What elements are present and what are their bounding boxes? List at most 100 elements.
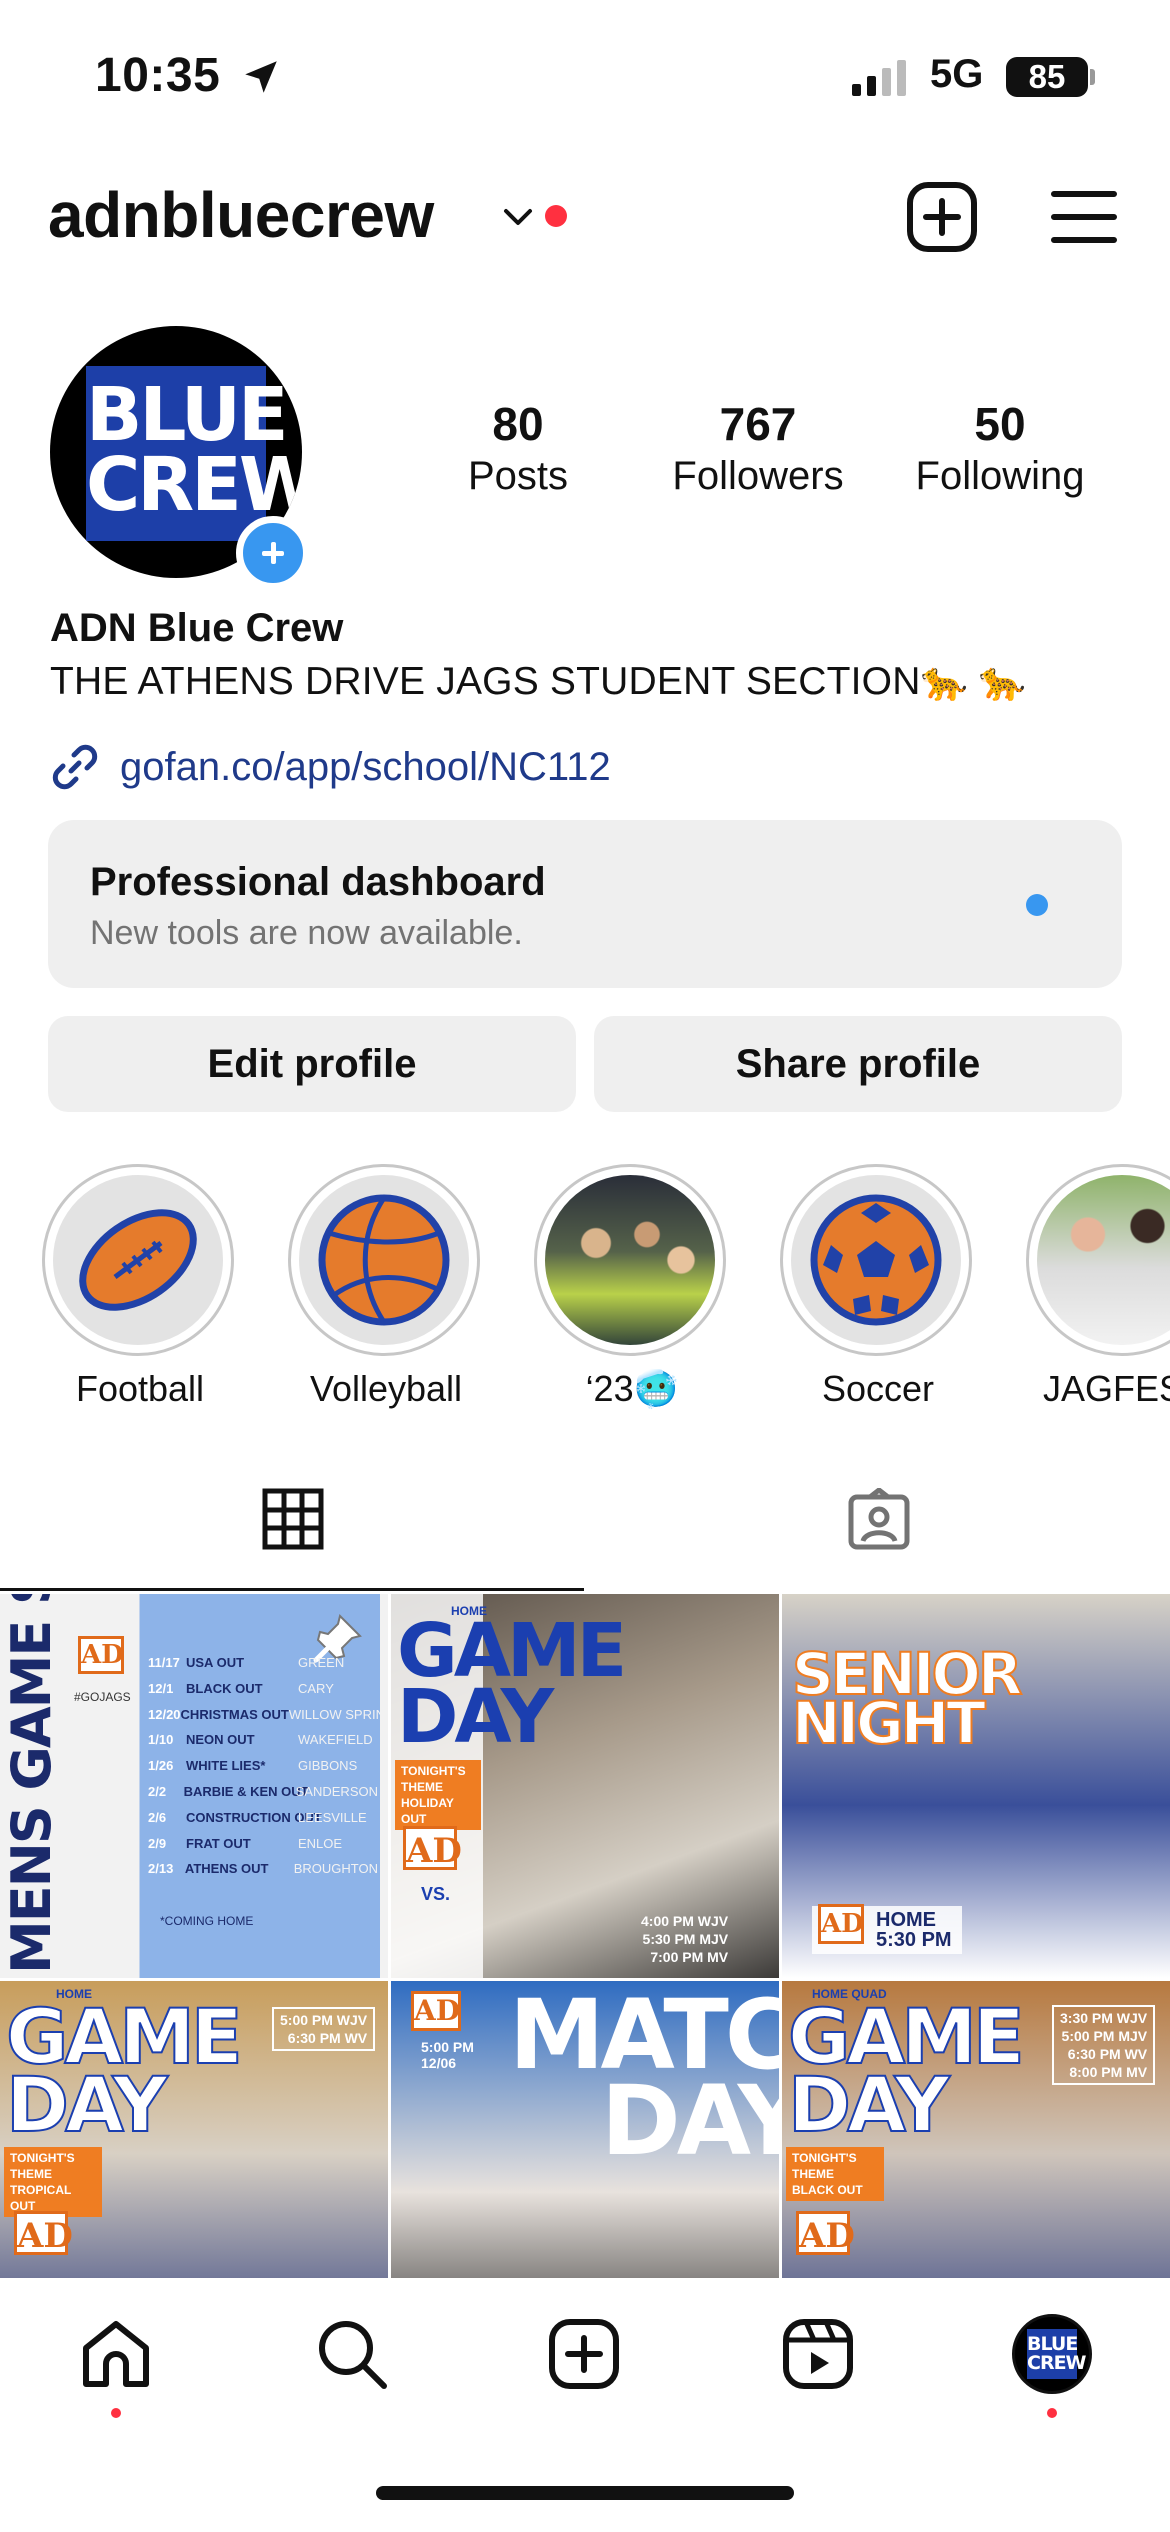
followers-count: 767 <box>719 398 797 450</box>
link-icon <box>52 744 98 790</box>
highlight-label: Football <box>75 1368 205 1409</box>
highlight-label: ‘23🥶 <box>585 1368 679 1409</box>
stat-followers[interactable]: 767 Followers <box>658 396 858 500</box>
schedule-row: 1/10 NEON OUT WAKEFIELD <box>148 1732 373 1748</box>
status-time: 10:35 <box>95 49 221 102</box>
notification-dot <box>545 205 567 227</box>
highlight-football[interactable]: Football <box>42 1164 238 1409</box>
post-senior-night[interactable]: SENIOR NIGHT HOME 5:30 PM AD <box>782 1594 1170 1978</box>
profile-nav-avatar[interactable]: BLUE CREW <box>1012 2314 1092 2394</box>
highlight-label: Soccer <box>821 1368 935 1409</box>
highlight-label: Volleyball <box>309 1368 463 1409</box>
post-game-day-tropical[interactable]: HOME GAME DAY TONIGHT'S THEME TROPICAL OU… <box>0 1981 388 2278</box>
theme-tag: TONIGHT'S THEME TROPICAL OUT <box>4 2147 102 2217</box>
posts-label: Posts <box>467 454 569 498</box>
stat-posts[interactable]: 80 Posts <box>418 396 618 500</box>
highlight-cover <box>299 1175 469 1345</box>
game-times: 4:00 PM WJV 5:30 PM MJV 7:00 PM MV <box>641 1913 729 1965</box>
highlight-volleyball[interactable]: Volleyball <box>288 1164 484 1409</box>
schedule-row: 2/6 CONSTRUCTION OUT LEESVILLE <box>148 1809 367 1825</box>
share-profile-button[interactable]: Share profile <box>594 1016 1122 1112</box>
post-grid: MENS GAME SCHEDULE AD #GOJAGS 11/17 USA O… <box>0 1594 1170 2278</box>
highlight-ring <box>42 1164 234 1356</box>
leopard-emoji: 🐆 🐆 <box>920 661 1027 703</box>
profile-username[interactable]: adnbluecrew <box>48 178 434 252</box>
highlight-ring <box>780 1164 972 1356</box>
home-indicator <box>376 2486 794 2500</box>
post-match-day[interactable]: AD 5:00 PM12/06 MATCH DAY WF <box>391 1981 779 2278</box>
schedule-list: 11/17 USA OUT GREEN 12/1 BLACK OUT CARY 12/2… <box>148 1650 388 1882</box>
crowd-photo <box>545 1175 715 1345</box>
hashtag: #GOJAGS <box>74 1690 131 1704</box>
following-label: Following <box>915 454 1085 498</box>
schedule-row: 12/20CHRISTMAS OUTWILLOW SPRINGS <box>148 1706 388 1722</box>
day-word: DAY <box>397 1674 554 1760</box>
professional-dashboard[interactable]: Professional dashboard New tools are now… <box>48 820 1122 988</box>
team-logo: AD <box>78 1636 124 1674</box>
bio-main: THE ATHENS DRIVE JAGS STUDENT SECTION <box>50 660 921 703</box>
post-mens-schedule[interactable]: MENS GAME SCHEDULE AD #GOJAGS 11/17 USA O… <box>0 1594 388 1978</box>
status-bar: 10:35 5G 85 <box>0 0 1170 150</box>
active-tab-indicator <box>0 1588 584 1591</box>
nav-avatar-logo: BLUE CREW <box>1027 2329 1087 2379</box>
highlight-soccer[interactable]: Soccer <box>780 1164 976 1409</box>
chevron-down-icon[interactable] <box>500 204 536 232</box>
create-icon[interactable] <box>546 2316 622 2392</box>
schedule-row: 2/9 FRAT OUT ENLOE <box>148 1835 343 1851</box>
battery-icon: 85 <box>1006 57 1088 97</box>
theme-tag: TONIGHT'S THEME BLACK OUT <box>786 2147 884 2201</box>
schedule-row: 1/26 WHITE LIES* GIBBONS <box>148 1758 358 1774</box>
schedule-row: 12/1 BLACK OUT CARY <box>148 1680 334 1696</box>
network-type: 5G <box>930 52 984 96</box>
following-count: 50 <box>974 398 1026 450</box>
day-word: DAY <box>5 2060 169 2149</box>
schedule-row: 11/17 USA OUT GREEN <box>148 1655 345 1670</box>
reels-icon[interactable] <box>780 2316 856 2392</box>
bio-text: THE ATHENS DRIVE JAGS STUDENT SECTION🐆 🐆 <box>50 660 1026 704</box>
team-logo: AD <box>818 1904 864 1944</box>
cellular-signal-icon <box>852 60 906 96</box>
hamburger-menu-icon[interactable] <box>1050 188 1118 246</box>
highlight-ring <box>534 1164 726 1356</box>
profile-notification-dot <box>1047 2408 1057 2418</box>
highlight-cover <box>791 1175 961 1345</box>
football-icon <box>79 1209 197 1311</box>
team-logo: AD <box>796 2211 855 2256</box>
schedule-row: 2/2 BARBIE & KEN OUT SANDERSON <box>148 1783 378 1799</box>
team-logo: AD <box>411 1991 461 2031</box>
followers-label: Followers <box>672 454 844 498</box>
search-icon[interactable] <box>314 2316 390 2392</box>
add-story-icon[interactable] <box>236 516 310 590</box>
home-notification-dot <box>111 2408 121 2418</box>
profile-link[interactable]: gofan.co/app/school/NC112 <box>48 740 611 794</box>
link-url[interactable]: gofan.co/app/school/NC112 <box>120 745 611 790</box>
highlight-ring <box>1026 1164 1170 1356</box>
highlight-cover <box>53 1175 223 1345</box>
dashboard-subtitle: New tools are now available. <box>90 914 523 952</box>
battery-level: 85 <box>1028 58 1066 95</box>
highlight-label: JAGFEST <box>1042 1368 1170 1409</box>
stat-following[interactable]: 50 Following <box>900 396 1100 500</box>
location-arrow-icon <box>245 61 277 93</box>
day-word: DAY <box>601 2065 779 2177</box>
highlight-ring <box>288 1164 480 1356</box>
avatar-logo: BLUE CREW <box>86 366 302 541</box>
create-post-icon[interactable] <box>905 180 979 254</box>
posts-count: 80 <box>492 398 544 450</box>
tab-tagged[interactable] <box>586 1478 1170 1590</box>
tab-grid[interactable] <box>0 1478 584 1590</box>
grid-icon <box>262 1488 324 1550</box>
dashboard-title: Professional dashboard <box>90 860 546 904</box>
game-times: 5:00 PM WJV 6:30 PM WV <box>272 2007 376 2051</box>
post-game-day-holiday[interactable]: HOME GAME DAY TONIGHT'S THEME HOLIDAY OUT… <box>391 1594 779 1978</box>
display-name: ADN Blue Crew <box>50 606 344 650</box>
festival-photo <box>1037 1175 1170 1345</box>
home-icon[interactable] <box>78 2316 154 2392</box>
highlight-jagfest[interactable]: JAGFEST <box>1026 1164 1170 1409</box>
edit-profile-button[interactable]: Edit profile <box>48 1016 576 1112</box>
highlight-23[interactable]: ‘23🥶 <box>534 1164 730 1409</box>
volleyball-icon <box>318 1194 450 1326</box>
post-game-day-blackout[interactable]: HOME QUAD GAME DAY TONIGHT'S THEME BLACK … <box>782 1981 1170 2278</box>
match-time: 5:00 PM 12/06 <box>421 2039 474 2071</box>
day-word: DAY <box>787 2060 951 2149</box>
